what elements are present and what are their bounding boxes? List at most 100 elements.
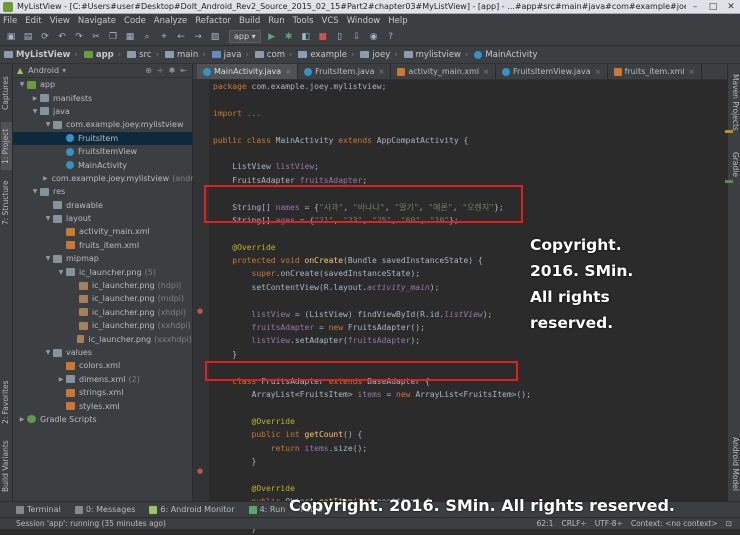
tree-item[interactable]: ▶ manifests [13,91,192,104]
menu-help[interactable]: Help [388,16,407,26]
sync-icon[interactable]: ⟳ [38,31,52,43]
menu-code[interactable]: Code [124,16,146,26]
editor-tab[interactable]: FruitsItem.java × [298,64,392,79]
tab-captures[interactable]: Captures [1,68,12,118]
tool-terminal[interactable]: Terminal [16,505,61,514]
close-icon[interactable]: × [689,68,695,76]
run-config-select[interactable]: app ▾ [229,30,261,43]
editor-tab[interactable]: MainActivity.java × [197,64,299,79]
tab-maven-projects[interactable]: Maven Projects [729,70,740,134]
forward-icon[interactable]: → [191,31,205,43]
menu-build[interactable]: Build [239,16,260,26]
tree-item[interactable]: drawable [13,199,192,212]
crumb-joey[interactable]: joey › [360,50,398,60]
back-icon[interactable]: ← [174,31,188,43]
menu-file[interactable]: File [3,16,17,26]
chevron-down-icon[interactable]: ▼ [30,188,40,195]
tree-item[interactable]: ▼ layout [13,212,192,225]
implements-marker-icon[interactable]: ● [197,467,203,475]
tree-item[interactable]: fruits_item.xml [13,239,192,252]
line-separator[interactable]: CRLF÷ [561,519,586,528]
cut-icon[interactable]: ✂ [89,31,103,43]
tab-favorites[interactable]: 2: Favorites [1,374,12,430]
crumb-example[interactable]: example › [298,50,354,60]
tree-item[interactable]: ▼ com.example.joey.mylistview [13,118,192,131]
menu-vcs[interactable]: VCS [322,16,339,26]
replace-icon[interactable]: ⌖ [157,31,171,43]
tab-build-variants[interactable]: Build Variants [1,436,12,496]
file-encoding[interactable]: UTF-8÷ [595,519,623,528]
device-monitor-icon[interactable]: ◉ [367,31,381,43]
chevron-down-icon[interactable]: ▾ [62,66,66,75]
tree-item[interactable]: ▼ app [13,78,192,91]
paste-icon[interactable]: ▦ [123,31,137,43]
override-marker-icon[interactable]: ● [197,307,203,315]
open-folder-icon[interactable]: ▣ [4,31,18,43]
chevron-right-icon[interactable]: ▶ [56,376,66,383]
maximize-button[interactable]: □ [704,2,722,12]
crumb-com[interactable]: com › [254,50,292,60]
menu-window[interactable]: Window [347,16,381,26]
chevron-right-icon[interactable]: ▶ [17,416,27,423]
tree-item[interactable]: ▼ ic_launcher.png (5) [13,265,192,278]
editor-tab[interactable]: FruitsItemView.java × [496,64,608,79]
editor-tab[interactable]: activity_main.xml × [391,64,497,79]
scroll-from-source-icon[interactable]: ⊕ [145,66,152,75]
tree-item[interactable]: ▼ values [13,346,192,359]
tree-item[interactable]: ▶ Gradle Scripts [13,413,192,426]
crumb-mainactivity[interactable]: MainActivity [474,50,538,60]
chevron-down-icon[interactable]: ▼ [43,215,53,222]
stop-icon[interactable]: ■ [316,31,330,43]
context-indicator[interactable]: Context: <no context> [631,519,718,528]
tree-item[interactable]: ic_launcher.png (mdpi) [13,292,192,305]
tree-item[interactable]: strings.xml [13,386,192,399]
crumb-mylistview[interactable]: mylistview › [403,50,468,60]
tree-item[interactable]: colors.xml [13,359,192,372]
editor-tab[interactable]: fruits_item.xml × [608,64,702,79]
crumb-app[interactable]: app › [83,50,121,60]
attach-debugger-icon[interactable]: ◧ [299,31,313,43]
chevron-right-icon[interactable]: ▶ [30,95,40,102]
tree-item[interactable]: ▼ java [13,105,192,118]
tree-item[interactable]: ic_launcher.png (xxxhdpi) [13,332,192,345]
tab-gradle[interactable]: Gradle [729,144,740,184]
tree-item[interactable]: activity_main.xml [13,225,192,238]
crumb-project[interactable]: MyListView › [4,50,78,60]
copy-icon[interactable]: ❐ [106,31,120,43]
menu-run[interactable]: Run [268,16,284,26]
menu-navigate[interactable]: Navigate [78,16,116,26]
caret-position[interactable]: 62:1 [537,519,554,528]
chevron-down-icon[interactable]: ▼ [17,81,27,88]
close-icon[interactable]: × [595,68,601,76]
tree-item[interactable]: ic_launcher.png (xhdpi) [13,306,192,319]
hide-panel-icon[interactable]: ⇤ [180,66,187,75]
chevron-down-icon[interactable]: ▼ [43,255,53,262]
minimize-button[interactable]: – [686,2,704,12]
find-icon[interactable]: ⌕ [140,31,154,43]
tree-item[interactable]: FruitsItemView [13,145,192,158]
scrollbar-marker[interactable] [725,180,733,183]
tab-project[interactable]: 1: Project [1,122,12,170]
chevron-down-icon[interactable]: ▼ [43,349,53,356]
run-icon[interactable]: ▶ [265,31,279,43]
undo-icon[interactable]: ↶ [55,31,69,43]
tree-item[interactable]: MainActivity [13,158,192,171]
project-view-select[interactable]: Android [28,66,59,75]
menu-refactor[interactable]: Refactor [195,16,231,26]
close-window-button[interactable]: ✕ [722,2,740,12]
scrollbar-marker[interactable] [725,130,733,133]
tree-item[interactable]: FruitsItem [13,131,192,145]
tree-item[interactable]: ▶ com.example.joey.mylistview (andro [13,172,198,185]
tool-run[interactable]: 4: Run [248,505,285,514]
debug-icon[interactable]: ✱ [282,31,296,43]
chevron-right-icon[interactable]: ▶ [43,175,48,182]
sdk-manager-icon[interactable]: ⇩ [350,31,364,43]
tree-item[interactable]: ic_launcher.png (xxhdpi) [13,319,192,332]
tree-item[interactable]: ic_launcher.png (hdpi) [13,279,192,292]
tree-item[interactable]: styles.xml [13,399,192,412]
crumb-src[interactable]: src › [127,50,159,60]
close-icon[interactable]: × [378,68,384,76]
close-icon[interactable]: × [285,68,291,76]
chevron-down-icon[interactable]: ▼ [43,121,53,128]
tab-android-model[interactable]: Android Model [729,432,740,496]
